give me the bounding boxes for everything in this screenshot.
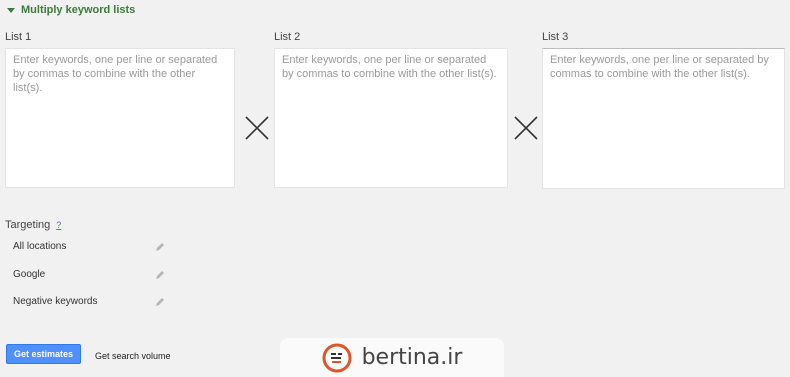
get-estimates-button[interactable]: Get estimates (6, 344, 81, 364)
target-network-label: Google (13, 269, 46, 280)
pencil-icon[interactable] (155, 270, 165, 280)
get-search-volume-link[interactable]: Get search volume (95, 351, 171, 361)
target-row-network: Google (13, 269, 165, 280)
list-3-label: List 3 (542, 31, 569, 43)
help-link[interactable]: ? (56, 220, 61, 230)
pencil-icon[interactable] (155, 297, 165, 307)
triangle-down-icon (7, 7, 15, 13)
list-2-label: List 2 (274, 31, 301, 43)
list-2-input[interactable] (274, 48, 508, 188)
list-1-label: List 1 (5, 31, 32, 43)
watermark: bertina.ir (280, 338, 504, 377)
list-1-input[interactable] (5, 48, 235, 188)
targeting-label: Targeting ? (5, 219, 61, 231)
pencil-icon[interactable] (155, 242, 165, 252)
target-row-negative-keywords: Negative keywords (13, 296, 165, 307)
section-header-toggle[interactable]: Multiply keyword lists (7, 4, 135, 16)
targeting-title: Targeting (5, 219, 51, 231)
target-negative-keywords-label: Negative keywords (13, 296, 98, 307)
target-locations-label: All locations (13, 241, 67, 252)
bertina-logo-icon (322, 343, 352, 373)
multiply-icon (513, 115, 539, 141)
list-3-input[interactable] (542, 48, 785, 189)
target-row-locations: All locations (13, 241, 165, 252)
watermark-text: bertina.ir (361, 345, 463, 370)
section-title: Multiply keyword lists (21, 4, 136, 16)
multiply-icon (244, 115, 270, 141)
